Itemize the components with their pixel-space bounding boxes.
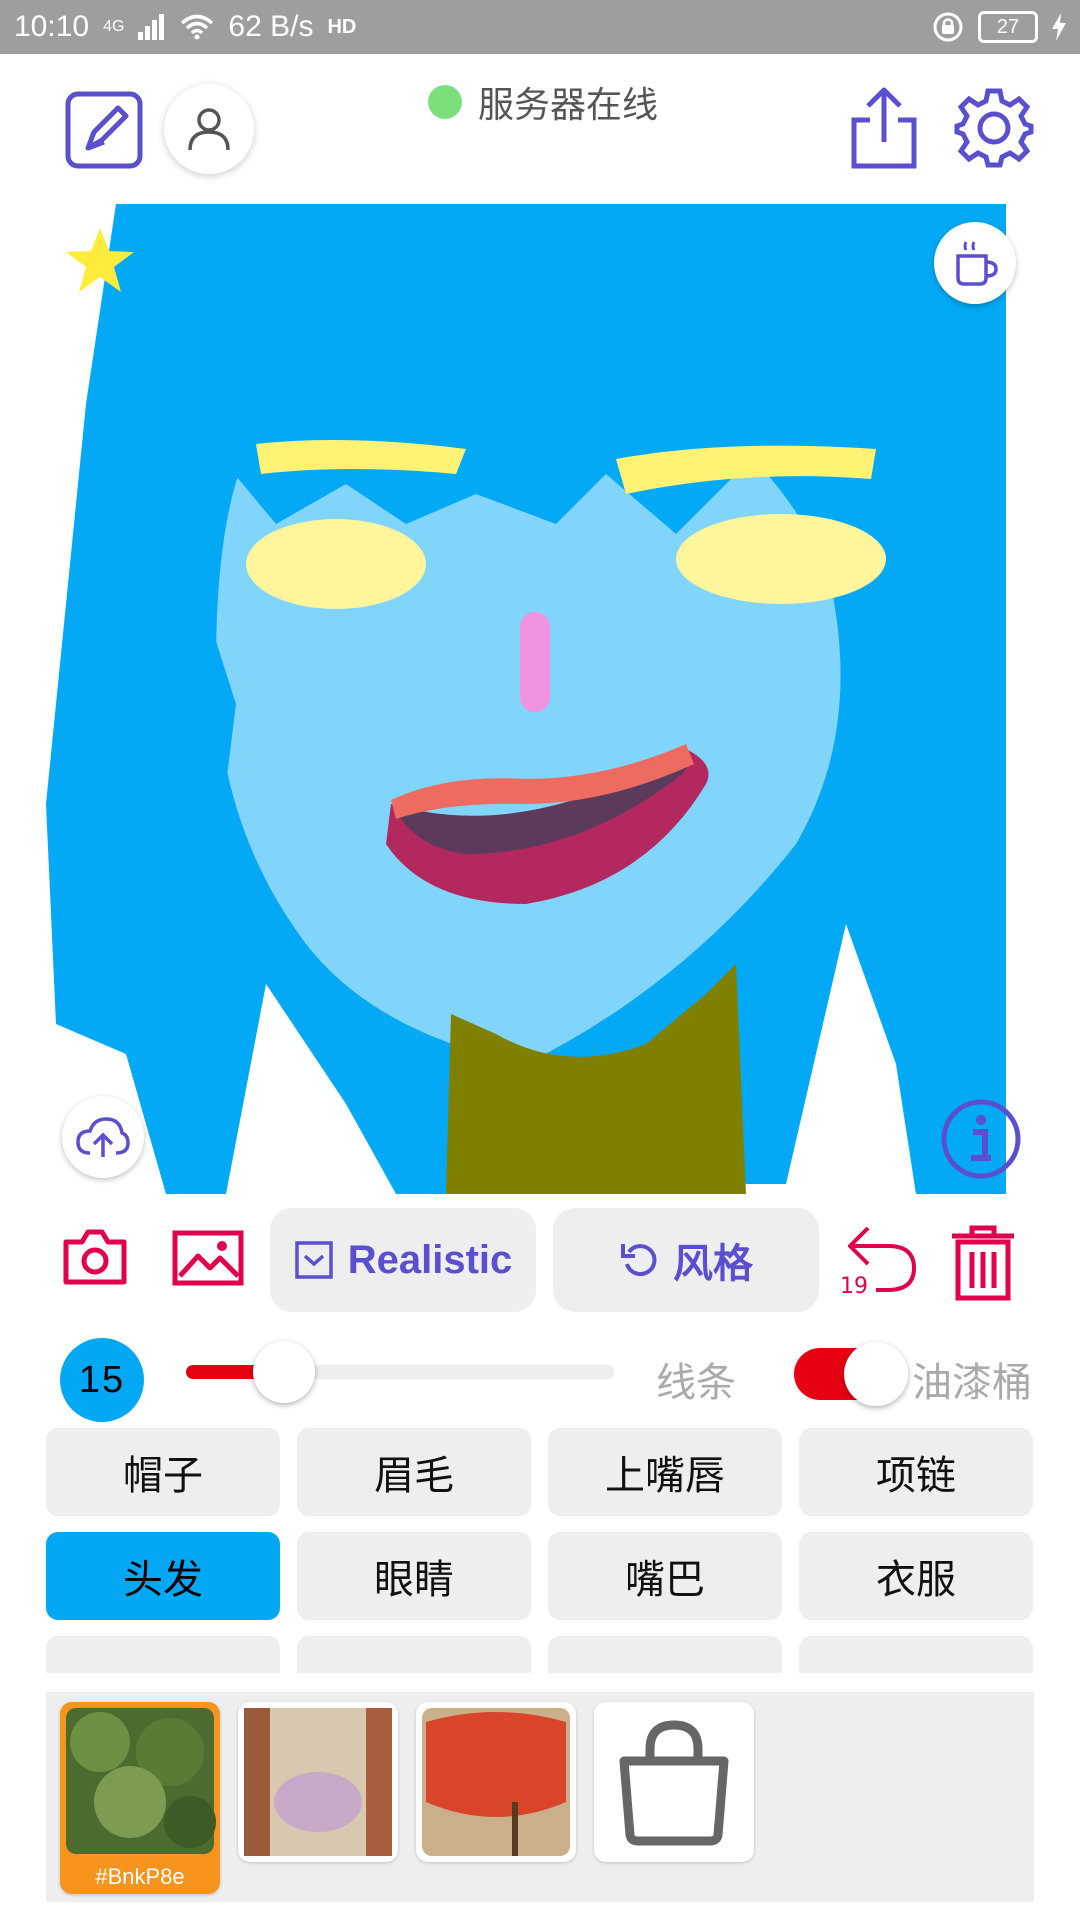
part-label: 嘴巴 [625,1557,705,1603]
style-button[interactable]: 风格 [553,1208,819,1312]
drawing-canvas[interactable] [46,204,1036,1194]
mode-label: Realistic [347,1237,513,1282]
result-image [66,1708,216,1854]
part-eyebrows[interactable]: 眉毛 [297,1428,531,1516]
hd-badge: HD [327,15,357,38]
user-button[interactable] [164,84,254,174]
part-label: 眼睛 [374,1557,454,1603]
trash-icon [952,1225,1014,1301]
mode-button[interactable]: Realistic [270,1208,536,1312]
status-bar: 10:10 4G 62 B/s HD 27 [0,0,1080,54]
gallery-button[interactable] [172,1230,244,1290]
part-row3-1[interactable] [46,1636,280,1673]
result-image [244,1708,392,1856]
clock: 10:10 [14,10,90,43]
gear-icon [954,88,1034,168]
part-hair[interactable]: 头发 [46,1532,280,1620]
wifi-icon [181,14,214,40]
result-gallery: #BnkP8e [46,1692,1034,1902]
camera-button[interactable] [62,1228,128,1290]
refresh-icon [621,1244,657,1277]
parts-grid: 帽子 眉毛 上嘴唇 项链 头发 眼睛 嘴巴 衣服 [46,1428,1034,1673]
style-label: 风格 [673,1242,753,1286]
net-speed: 62 B/s [228,10,314,43]
user-icon [188,108,230,151]
sketch-drawing [46,204,1036,1194]
part-label: 上嘴唇 [605,1453,725,1499]
battery-indicator: 27 [978,11,1038,43]
coffee-icon [956,241,998,286]
gallery-item[interactable]: #BnkP8e [60,1702,220,1894]
lock-rotation-icon [933,12,963,42]
info-button[interactable] [940,1098,1022,1180]
part-label: 衣服 [876,1557,956,1603]
result-image [422,1708,570,1856]
info-icon [941,1099,1021,1179]
settings-button[interactable] [952,86,1036,170]
battery-level: 27 [996,15,1020,38]
part-eyes[interactable]: 眼睛 [297,1532,531,1620]
network-type: 4G [103,18,125,35]
part-upper-lip[interactable]: 上嘴唇 [548,1428,782,1516]
tools-row: Realistic 风格 [0,1208,1080,1316]
brush-size-slider[interactable] [186,1341,614,1403]
part-mouth[interactable]: 嘴巴 [548,1532,782,1620]
share-button[interactable] [848,86,920,170]
upload-button[interactable] [62,1096,144,1178]
edit-button[interactable] [62,88,146,172]
bucket-label: 油漆桶 [912,1360,1032,1406]
line-label: 线条 [656,1360,736,1406]
server-status-text: 服务器在线 [478,85,659,126]
cloud-upload-icon [76,1117,130,1157]
part-label: 项链 [876,1453,956,1499]
part-hat[interactable]: 帽子 [46,1428,280,1516]
bucket-toggle[interactable] [794,1342,908,1406]
gallery-item-tag: #BnkP8e [95,1864,185,1889]
gallery-item[interactable] [238,1702,398,1862]
undo-count: 19 [840,1274,868,1299]
star-icon[interactable] [64,224,136,296]
top-toolbar: 服务器在线 [0,54,1080,204]
status-dot [428,85,462,119]
brush-size-value: 15 [78,1358,126,1401]
part-clothes[interactable]: 衣服 [799,1532,1033,1620]
checkbox-icon [294,1241,333,1279]
signal-icon [138,14,165,40]
image-icon [172,1230,244,1286]
delete-button[interactable] [948,1222,1018,1306]
part-necklace[interactable]: 项链 [799,1428,1033,1516]
slider-thumb[interactable] [253,1341,316,1403]
share-icon [851,87,917,169]
pencil-square-icon [65,91,143,169]
charging-icon [1052,13,1066,41]
part-row3-2[interactable] [297,1636,531,1673]
server-status: 服务器在线 [428,76,658,128]
coffee-button[interactable] [934,222,1016,304]
part-label: 头发 [123,1557,203,1603]
shopping-bag-icon [619,1720,729,1846]
toggle-knob [844,1342,908,1406]
brush-size-badge: 15 [60,1338,144,1422]
camera-icon [63,1229,127,1285]
part-row3-4[interactable] [799,1636,1033,1673]
gallery-item[interactable] [416,1702,576,1862]
shop-button[interactable] [594,1702,754,1862]
part-label: 帽子 [123,1453,203,1499]
part-label: 眉毛 [374,1453,454,1499]
part-row3-3[interactable] [548,1636,782,1673]
